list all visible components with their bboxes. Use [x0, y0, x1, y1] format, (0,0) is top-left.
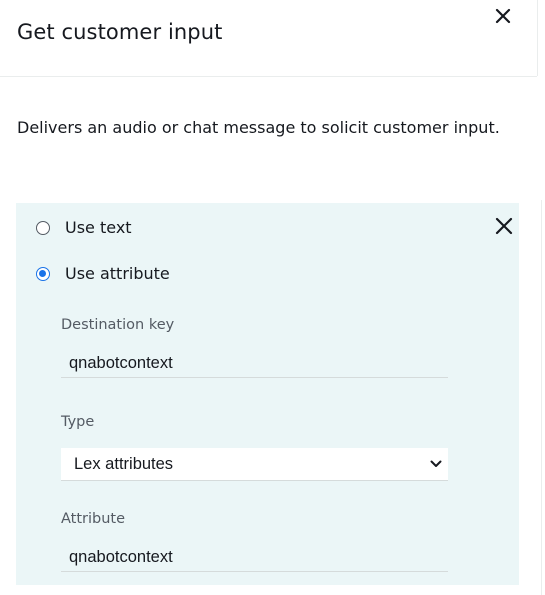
remove-prompt-button[interactable] [493, 215, 515, 237]
attribute-input[interactable]: qnabotcontext [61, 542, 448, 572]
type-select[interactable]: Lex attributes [61, 448, 448, 481]
header-divider [0, 76, 537, 77]
close-icon [495, 217, 513, 235]
attribute-label: Attribute [61, 511, 126, 527]
radio-button-selected[interactable] [36, 266, 50, 281]
prompt-config-card: Use text Use attribute Destination key q… [16, 203, 519, 585]
radio-use-text[interactable]: Use text [36, 218, 132, 237]
block-description: Delivers an audio or chat message to sol… [17, 118, 500, 137]
radio-label: Use attribute [65, 264, 170, 283]
close-panel-button[interactable] [492, 5, 514, 27]
page-title: Get customer input [17, 20, 223, 44]
radio-use-attribute[interactable]: Use attribute [36, 264, 170, 283]
close-icon [495, 8, 511, 24]
panel-edge-lower [541, 200, 542, 595]
radio-label: Use text [65, 218, 132, 237]
chevron-down-icon [430, 460, 442, 467]
radio-button[interactable] [36, 220, 50, 235]
panel-edge [537, 0, 538, 76]
type-label: Type [61, 414, 95, 430]
destination-key-input[interactable]: qnabotcontext [61, 348, 448, 378]
get-customer-input-panel: Get customer input Delivers an audio or … [0, 0, 545, 595]
type-select-value: Lex attributes [74, 455, 174, 473]
destination-key-label: Destination key [61, 317, 175, 333]
